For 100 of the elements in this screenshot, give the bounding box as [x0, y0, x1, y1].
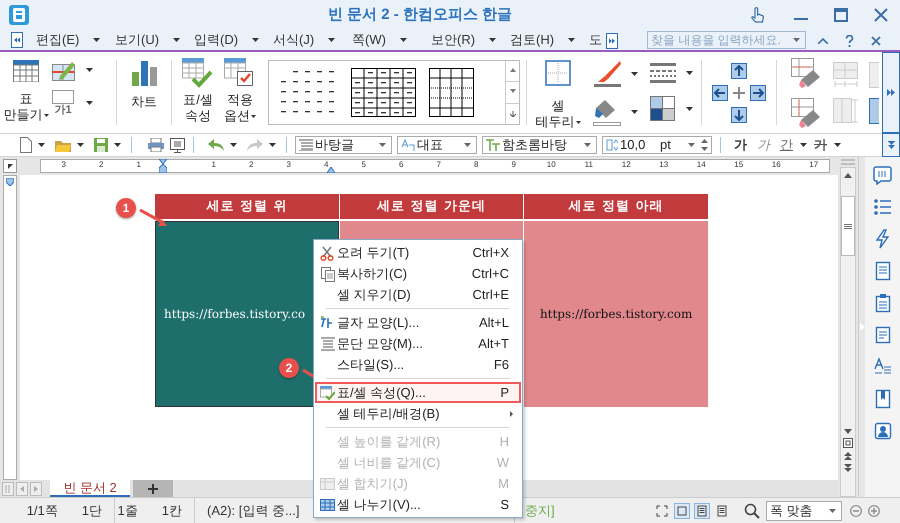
menu-item[interactable]: 검토(H) — [510, 30, 554, 50]
vertical-scrollbar[interactable] — [840, 167, 856, 497]
font-size-field[interactable]: 10,0 pt — [602, 136, 712, 154]
window-title: 빈 문서 2 - 한컴오피스 한글 — [326, 4, 514, 25]
menu-item[interactable]: 서식(J) — [273, 30, 314, 50]
horizontal-ruler[interactable]: 3 2 1 1 2 3 4 5 6 7 8 9 10 11 12 13 14 15 16 17 — [40, 159, 830, 173]
merge-cells-icon[interactable] — [869, 62, 879, 88]
previous-page-icon[interactable] — [844, 452, 852, 460]
make-table-button[interactable]: 표 만들기 — [0, 52, 52, 133]
insert-row-above-icon[interactable] — [731, 62, 747, 78]
close-document-icon[interactable] — [871, 36, 881, 46]
paragraph-style-dropdown[interactable]: 바탕글 — [295, 136, 392, 154]
cell-shading-icon[interactable] — [650, 96, 676, 122]
underline-button[interactable]: 간 — [780, 135, 793, 155]
menu-item[interactable]: 도 — [589, 30, 602, 50]
zoom-dropdown[interactable]: 폭 맞춤 — [766, 500, 842, 520]
strikethrough-button[interactable]: 가 — [814, 135, 827, 155]
menu-item[interactable]: 보기(U) — [115, 30, 160, 50]
right-margin-marker-icon[interactable] — [327, 167, 335, 173]
menu-item[interactable]: 편집(E) — [36, 30, 80, 50]
toolbar-more-button[interactable] — [882, 133, 900, 157]
split-handle-icon[interactable] — [841, 159, 855, 165]
menu-item[interactable]: 스타일(S)... F6 — [315, 354, 521, 375]
indent-marker-icon[interactable] — [6, 178, 14, 186]
ribbon-more-button[interactable] — [882, 52, 900, 133]
paintbrush-icon[interactable] — [593, 60, 621, 88]
zoom-magnifier-icon[interactable] — [744, 502, 760, 518]
undo-icon[interactable] — [208, 139, 224, 151]
apply-options-button[interactable]: 적용 옵션 — [218, 52, 262, 133]
scroll-up-icon[interactable] — [510, 68, 516, 74]
italic-button[interactable]: 가 — [757, 135, 770, 155]
new-document-icon[interactable] — [20, 137, 32, 153]
table-style-dotted-drawing[interactable] — [429, 68, 474, 117]
split-grid-icon — [320, 496, 335, 512]
ruler-corner-button[interactable] — [3, 159, 17, 173]
spinner-icon[interactable] — [701, 139, 708, 151]
printer-icon[interactable] — [148, 138, 164, 152]
menu-item[interactable]: 보안(R) — [431, 30, 476, 50]
full-screen-view-icon[interactable] — [654, 502, 670, 518]
eraser-row-icon[interactable] — [791, 58, 821, 88]
help-icon[interactable] — [845, 35, 854, 47]
ruler-number: 15 — [734, 160, 744, 169]
insert-row-below-icon[interactable] — [731, 106, 747, 122]
bold-button[interactable]: 가 — [734, 135, 747, 155]
collapse-left-icon[interactable] — [11, 32, 23, 48]
scroll-down-icon[interactable] — [844, 429, 852, 434]
bullet-list-icon[interactable] — [872, 197, 892, 217]
caret-icon — [251, 114, 256, 118]
line-styles-icon[interactable] — [650, 62, 676, 84]
menu-item[interactable]: 복사하기(C) Ctrl+C — [315, 263, 521, 284]
menu-item[interactable]: 쪽(W) — [352, 30, 386, 50]
table-style-grid-drawing[interactable] — [351, 68, 416, 117]
indent-marker-icon[interactable] — [159, 159, 167, 173]
zoom-out-icon[interactable] — [850, 504, 862, 516]
collapse-ribbon-icon[interactable] — [818, 38, 828, 44]
scroll-up-icon[interactable] — [844, 173, 852, 178]
scroll-thumb[interactable] — [841, 196, 855, 256]
next-page-icon[interactable] — [844, 464, 852, 472]
page-view-icon[interactable] — [843, 438, 853, 448]
expand-down-icon[interactable] — [510, 110, 516, 117]
table-cell-properties-button[interactable]: 표/셀 속성 — [178, 52, 218, 133]
menu-item[interactable]: 글자 모양(L)... Alt+L — [315, 312, 521, 333]
caret-icon — [173, 38, 180, 42]
page-view-icon[interactable] — [674, 502, 690, 518]
paint-bucket-icon[interactable] — [593, 98, 621, 126]
insert-column-right-icon[interactable] — [750, 84, 766, 100]
touch-hand-icon[interactable] — [750, 6, 764, 24]
table-grid-icon — [13, 60, 39, 82]
close-icon[interactable] — [874, 8, 888, 22]
menu-item[interactable]: 문단 모양(M)... Alt+T — [315, 333, 521, 354]
add-tab-button[interactable] — [133, 480, 173, 497]
caption-box-icon[interactable] — [52, 90, 74, 104]
scroll-down-icon[interactable] — [510, 89, 516, 96]
menu-item[interactable]: 오려 두기(T) Ctrl+X — [315, 242, 521, 263]
font-dropdown[interactable]: 함초롬바탕 — [482, 136, 597, 154]
document-tab[interactable]: 빈 문서 2 — [50, 480, 130, 497]
table-check-icon — [182, 58, 214, 90]
eraser-column-icon[interactable] — [791, 98, 821, 128]
expand-right-icon[interactable] — [606, 33, 618, 49]
maximize-icon[interactable] — [834, 8, 848, 22]
language-dropdown[interactable]: 대표 — [397, 136, 477, 154]
menu-item[interactable]: 셀 테두리/배경(B) — [315, 403, 521, 424]
zoom-in-icon[interactable] — [868, 504, 880, 516]
split-cells-icon[interactable] — [869, 98, 879, 124]
menu-item[interactable]: 셀 지우기(D) Ctrl+E — [315, 284, 521, 305]
chart-button[interactable]: 차트 — [123, 52, 165, 133]
contacts-icon[interactable] — [872, 421, 892, 441]
insert-column-left-icon[interactable] — [712, 84, 728, 100]
menu-item[interactable]: 입력(D) — [194, 30, 238, 50]
pointer-arrow-icon — [138, 208, 168, 228]
open-folder-icon[interactable] — [55, 138, 71, 152]
preview-monitor-icon[interactable] — [170, 138, 185, 152]
lines-view-icon[interactable] — [694, 502, 710, 518]
button-label: 셀 — [552, 98, 564, 114]
table-style-gallery[interactable] — [268, 60, 520, 125]
speech-bubble-icon[interactable] — [872, 165, 892, 185]
save-icon[interactable] — [94, 138, 108, 152]
menu-item[interactable]: 표/셀 속성(Q)... P — [315, 382, 521, 403]
cell-border-button[interactable]: 셀 테두리 — [533, 52, 583, 133]
menu-item[interactable]: 셀 나누기(V)... S — [315, 494, 521, 515]
